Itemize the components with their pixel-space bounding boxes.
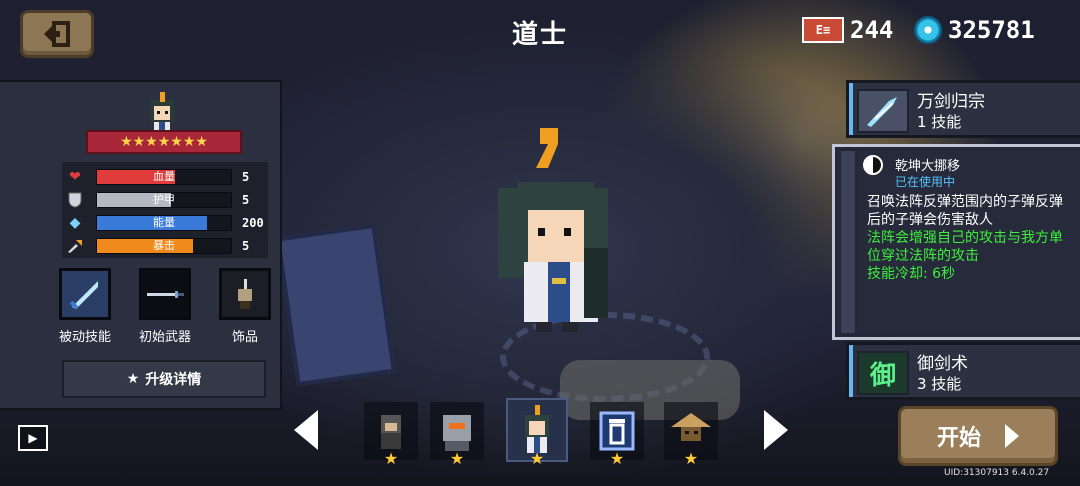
stats-list: ❤ 血量 5 护甲 5 ◆ 能量 200 暴击 5: [66, 166, 266, 258]
slot-star-icon: ★: [529, 449, 545, 468]
hero-slot-5[interactable]: ★: [664, 402, 718, 468]
description-white: 召唤法阵反弹范围内的子弹反弹后的子弹会伤害敌人: [867, 194, 1063, 228]
accessory-slot[interactable]: 饰品: [216, 268, 274, 345]
skill-accent-bar: [849, 83, 853, 135]
stat-label: 护甲: [153, 193, 175, 206]
skill-card-1[interactable]: 万剑归宗 1 技能: [846, 80, 1080, 138]
skill-1-level: 1 技能: [917, 113, 962, 131]
stat-row-hp: ❤ 血量 5: [66, 166, 266, 188]
accessory-label: 饰品: [231, 330, 258, 345]
uid-version-text: UID:31307913 6.4.0.27: [944, 468, 1050, 478]
stat-value: 5: [242, 170, 250, 184]
exit-icon: [44, 21, 70, 47]
play-arrow-icon: [1005, 424, 1019, 448]
detail-content: 乾坤大挪移 已在使用中 召唤法阵反弹范围内的子弹反弹后的子弹会伤害敌人 法阵会增…: [859, 151, 1080, 333]
stat-bar: 能量: [96, 215, 232, 231]
sword-rain-icon: [857, 89, 909, 133]
previous-hero-arrow[interactable]: [294, 410, 318, 450]
star-rating: ★★★★★★★: [86, 130, 242, 154]
hero-slot-1[interactable]: ★: [364, 402, 418, 468]
stat-label: 能量: [153, 216, 175, 229]
hero-sprite: [498, 128, 608, 332]
skill-card-3[interactable]: 御 御剑术 3 技能: [846, 342, 1080, 400]
stat-row-armor: 护甲 5: [66, 189, 266, 211]
hero-slot-2[interactable]: ★: [430, 402, 484, 468]
detail-rail: [841, 151, 855, 333]
next-hero-arrow[interactable]: [764, 410, 788, 450]
stat-bar: 血量: [96, 169, 232, 185]
sword-icon: [139, 268, 191, 320]
diamond-icon: ◆: [69, 215, 81, 231]
hero-slot-3-selected[interactable]: ★: [506, 398, 568, 468]
stat-fill: [97, 239, 194, 253]
skill-1-name: 万剑归宗: [917, 92, 985, 112]
hero-tao-glyph-icon: [599, 411, 635, 451]
energy-icon: E≡: [802, 17, 844, 43]
start-button[interactable]: 开始: [898, 406, 1058, 466]
slot-star-icon: ★: [609, 449, 625, 468]
hero-assassin-icon: [381, 415, 401, 449]
energy-counter: E≡ 244: [802, 16, 893, 44]
upgrade-details-button[interactable]: ★ 升级详情: [62, 360, 266, 398]
hero-knight-icon: [443, 415, 471, 451]
skill-3-name: 御剑术: [917, 354, 968, 374]
active-skill-status: 已在使用中: [895, 175, 956, 189]
stat-bar: 护甲: [96, 192, 232, 208]
starting-weapon-slot[interactable]: 初始武器: [136, 268, 194, 345]
starting-weapon-label: 初始武器: [138, 330, 191, 345]
page-title: 道士: [511, 20, 568, 50]
hero-taoist-icon: [525, 405, 549, 453]
hero-slot-4[interactable]: ★: [590, 402, 644, 468]
hero-portrait-icon: [150, 92, 174, 132]
cooldown-text: 技能冷却: 6秒: [867, 266, 956, 282]
game-scene: 道士 E≡ 244 325781 ★★★★★★★ ❤ 血量 5 护甲 5 ◆ 能…: [0, 0, 1080, 486]
active-skill-detail: 乾坤大挪移 已在使用中 召唤法阵反弹范围内的子弹反弹后的子弹会伤害敌人 法阵会增…: [832, 144, 1080, 340]
stat-value: 5: [242, 239, 250, 253]
stat-value: 5: [242, 193, 250, 207]
stat-fill: [97, 216, 207, 230]
play-icon: ▶: [28, 431, 38, 445]
background-rock: [276, 223, 396, 387]
accessory-icon: [219, 268, 271, 320]
passive-skill-icon: [59, 268, 111, 320]
slot-star-icon: ★: [383, 449, 399, 468]
star-icon: ★: [126, 371, 140, 387]
crit-icon: [66, 237, 84, 255]
passive-skill-label: 被动技能: [58, 330, 111, 345]
stat-label: 暴击: [153, 239, 175, 252]
active-skill-name: 乾坤大挪移: [895, 159, 961, 174]
gem-icon: [914, 16, 942, 44]
start-label: 开始: [936, 426, 981, 451]
shield-icon: [66, 191, 84, 209]
skill-3-level: 3 技能: [917, 375, 962, 393]
skill-accent-bar: [849, 345, 853, 397]
taiji-icon: [863, 155, 883, 175]
back-button[interactable]: [20, 10, 94, 58]
stat-bar: 暴击: [96, 238, 232, 254]
gem-value: 325781: [948, 16, 1035, 44]
stat-row-energy: ◆ 能量 200: [66, 212, 266, 234]
hero-info-panel: ★★★★★★★ ❤ 血量 5 护甲 5 ◆ 能量 200 暴击 5 被动技能 初…: [0, 80, 282, 410]
upgrade-details-label: 升级详情: [145, 372, 202, 388]
equipment-row: 被动技能 初始武器 饰品: [56, 268, 274, 345]
active-skill-description: 召唤法阵反弹范围内的子弹反弹后的子弹会伤害敌人 法阵会增强自己的攻击与我方单位穿…: [867, 193, 1076, 283]
energy-value: 244: [850, 16, 894, 44]
passive-skill-slot[interactable]: 被动技能: [56, 268, 114, 345]
hero-straw-hat-icon: [671, 413, 711, 441]
sword-control-glyph: 御: [869, 360, 896, 391]
video-replay-button[interactable]: ▶: [18, 425, 48, 451]
stat-value: 200: [242, 216, 264, 230]
slot-star-icon: ★: [449, 449, 465, 468]
stat-row-crit: 暴击 5: [66, 235, 266, 257]
description-green: 法阵会增强自己的攻击与我方单位穿过法阵的攻击: [867, 230, 1063, 264]
gem-counter: 325781: [914, 16, 1035, 44]
sword-control-icon: 御: [857, 351, 909, 395]
slot-star-icon: ★: [683, 449, 699, 468]
heart-icon: ❤: [69, 169, 81, 185]
stat-label: 血量: [153, 170, 175, 183]
